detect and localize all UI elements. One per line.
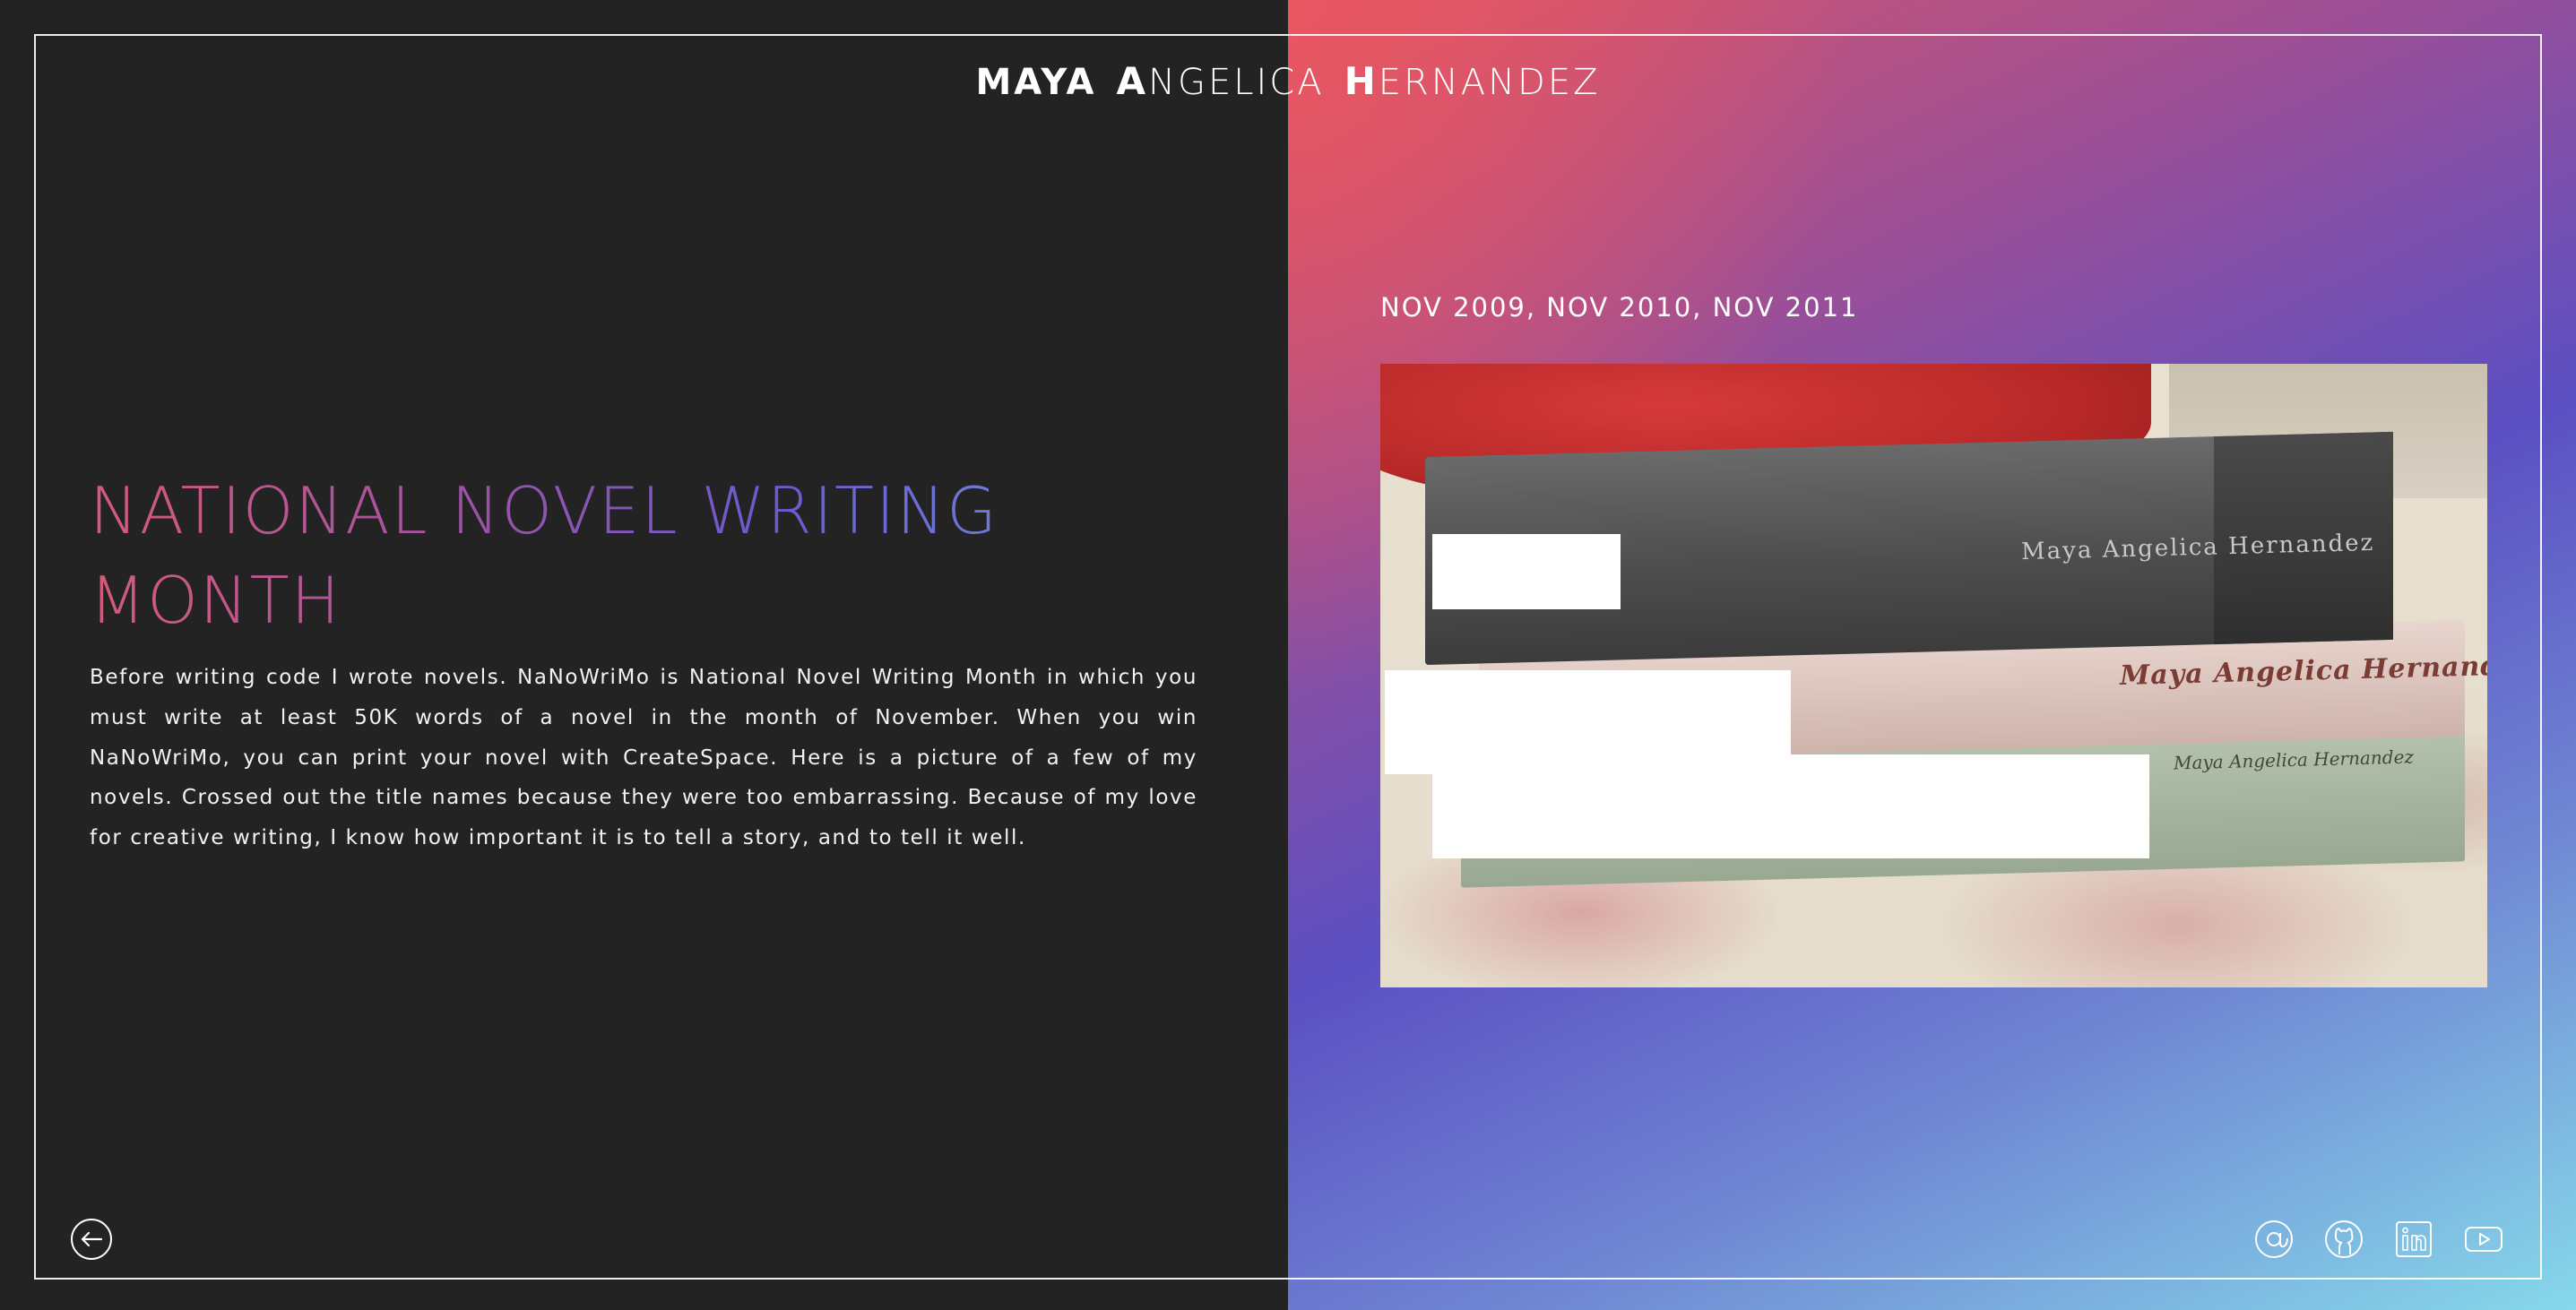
name-first: MAYA — [975, 62, 1097, 103]
email-icon[interactable] — [2253, 1219, 2295, 1260]
youtube-icon[interactable] — [2463, 1219, 2504, 1260]
site-title[interactable]: MAYA ANGELICA HERNANDEZ — [0, 59, 2576, 103]
name-last-rest: ERNANDEZ — [1378, 62, 1601, 103]
project-description: Before writing code I wrote novels. NaNo… — [90, 666, 1197, 850]
project-title: NATIONAL NOVEL WRITING MONTH — [90, 466, 1076, 645]
github-icon[interactable] — [2323, 1219, 2364, 1260]
linkedin-icon[interactable] — [2393, 1219, 2434, 1260]
name-middle-rest: NGELICA — [1148, 62, 1325, 103]
page: MAYA ANGELICA HERNANDEZ NATIONAL NOVEL WRI… — [0, 0, 2576, 1310]
name-middle-initial: A — [1116, 59, 1149, 103]
name-last-initial: H — [1344, 59, 1379, 103]
left-panel — [0, 0, 1288, 1310]
novels-photo: Maya Angelica Hernandez Maya Angelica He… — [1380, 364, 2487, 987]
social-links — [2253, 1219, 2504, 1260]
arrow-left-icon — [81, 1231, 103, 1247]
project-dates: NOV 2009, NOV 2010, NOV 2011 — [1380, 292, 1859, 323]
redaction-box — [1432, 754, 2149, 858]
back-button[interactable] — [71, 1219, 112, 1260]
redaction-box — [1432, 534, 1621, 609]
